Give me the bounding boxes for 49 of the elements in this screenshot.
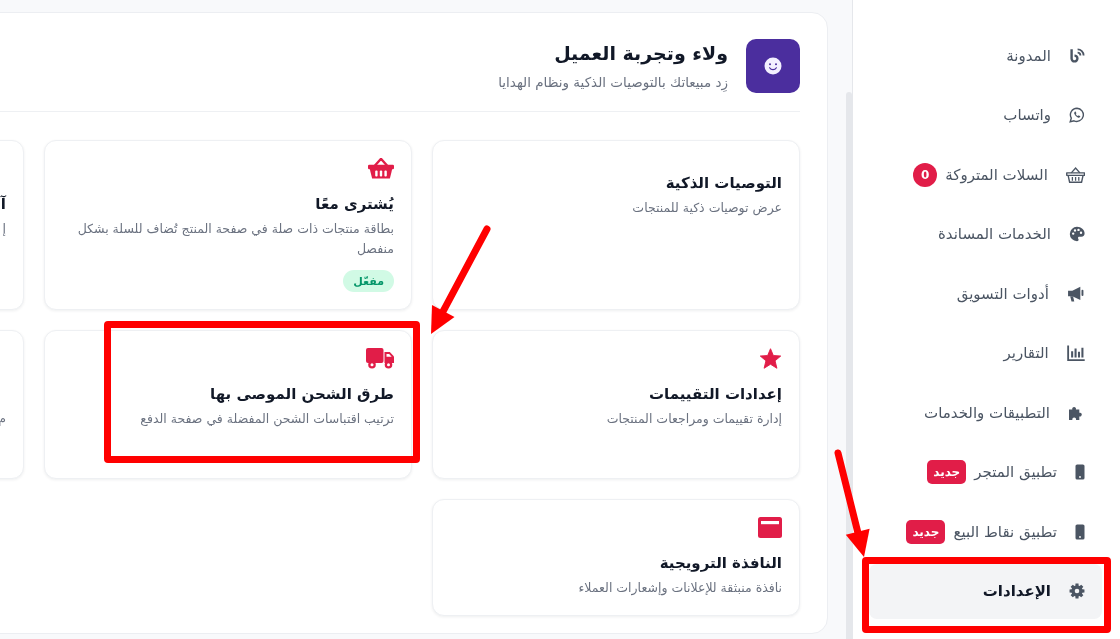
card-description: عرض توصيات ذكية للمنتجات <box>632 199 782 218</box>
gear-icon <box>1069 583 1085 599</box>
whatsapp-icon <box>1069 107 1085 123</box>
card-description: إ <box>2 220 6 238</box>
feature-card[interactable]: آ إ <box>0 140 24 310</box>
star-icon <box>759 348 782 369</box>
card-title: آ <box>0 194 6 215</box>
nav-item[interactable]: التطبيقات والخدمات <box>869 385 1102 440</box>
nav-item[interactable]: المدونة <box>869 28 1102 83</box>
smiley-icon <box>746 39 800 93</box>
feature-card[interactable]: إعدادات التقييمات إدارة تقييمات ومراجعات المنتجات <box>432 330 800 479</box>
card-title: إعدادات التقييمات <box>648 384 782 405</box>
basket-icon <box>368 158 394 179</box>
card-title: النافذة الترويجية <box>659 553 782 574</box>
nav-item[interactable]: تطبيق نقاط البيع جديد <box>869 504 1102 559</box>
feature-card[interactable]: طرق الشحن الموصى بها ترتيب اقتباسات الشحن المفضلة في صفحة الدفع <box>44 330 412 479</box>
card-description: نافذة منبثقة للإعلانات وإشعارات العملاء <box>578 579 782 598</box>
card-description: ترتيب اقتباسات الشحن المفضلة في صفحة الدفع <box>140 410 394 429</box>
nav-item[interactable]: الخدمات المساندة <box>869 206 1102 262</box>
window-icon <box>758 517 782 538</box>
mobile-phone-icon <box>1075 464 1085 480</box>
feature-card[interactable]: التوصيات الذكية عرض توصيات ذكية للمنتجات <box>432 140 800 310</box>
card-title: طرق الشحن الموصى بها <box>210 384 394 405</box>
count-badge: 0 <box>913 162 938 187</box>
nav-item[interactable]: التقارير <box>869 325 1102 381</box>
megaphone-icon <box>1066 285 1085 302</box>
nav-item[interactable]: أدوات التسويق <box>869 266 1102 321</box>
section-title: ولاء وتجربة العميل <box>553 41 728 66</box>
feature-card[interactable]: يُشترى معًا بطاقة منتجات ذات صلة في صفحة المنتج تُضاف للسلة بشكل منفصل مفعّل <box>44 140 412 310</box>
card-description: إدارة تقييمات ومراجعات المنتجات <box>606 410 782 429</box>
puzzle-icon <box>1068 404 1085 421</box>
status-badge: مفعّل <box>343 270 394 292</box>
rss-icon <box>1069 47 1085 64</box>
nav-item[interactable]: تطبيق المتجر جديد <box>869 444 1102 500</box>
feature-card[interactable]: النافذة الترويجية نافذة منبثقة للإعلانات وإشعارات العملاء <box>432 499 800 616</box>
palette-icon <box>1069 226 1085 242</box>
truck-icon <box>366 348 394 369</box>
card-description: بطاقة منتجات ذات صلة في صفحة المنتج تُضاف للسلة بشكل منفصل <box>76 220 394 258</box>
card-title: التوصيات الذكية <box>665 173 782 194</box>
new-badge: جديد <box>906 519 946 544</box>
nav-item[interactable]: الإعدادات <box>869 563 1102 619</box>
section-subtitle: زِد مبيعاتك بالتوصيات الذكية ونظام الهدايا <box>498 73 728 92</box>
mobile-phone-icon <box>1075 523 1085 540</box>
nav-item[interactable]: واتساب <box>869 87 1102 143</box>
bar-chart-icon <box>1066 345 1085 361</box>
basket-icon <box>1065 166 1085 183</box>
new-badge: جديد <box>927 460 967 484</box>
scrollbar[interactable] <box>846 92 852 639</box>
card-title: يُشترى معًا <box>315 194 394 215</box>
